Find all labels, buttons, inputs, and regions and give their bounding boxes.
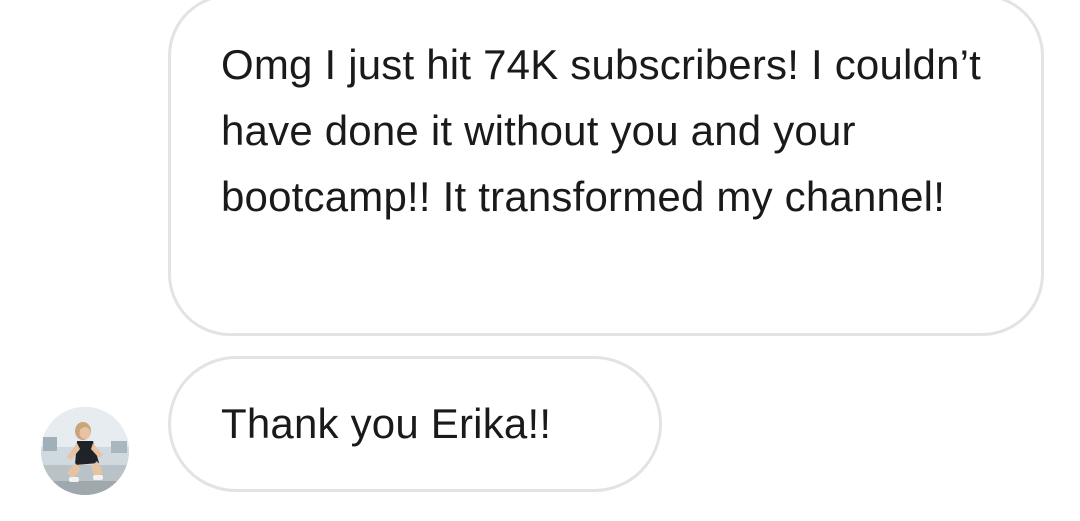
message-text: Thank you Erika!! [221, 400, 552, 447]
message-bubble[interactable]: Thank you Erika!! [168, 356, 662, 492]
message-text: Omg I just hit 74K subscribers! I couldn… [221, 41, 982, 220]
user-avatar-icon [41, 407, 129, 495]
message-thread: Omg I just hit 74K subscribers! I couldn… [0, 0, 1080, 521]
message-bubble[interactable]: Omg I just hit 74K subscribers! I couldn… [168, 0, 1044, 336]
sender-avatar[interactable] [41, 407, 129, 495]
